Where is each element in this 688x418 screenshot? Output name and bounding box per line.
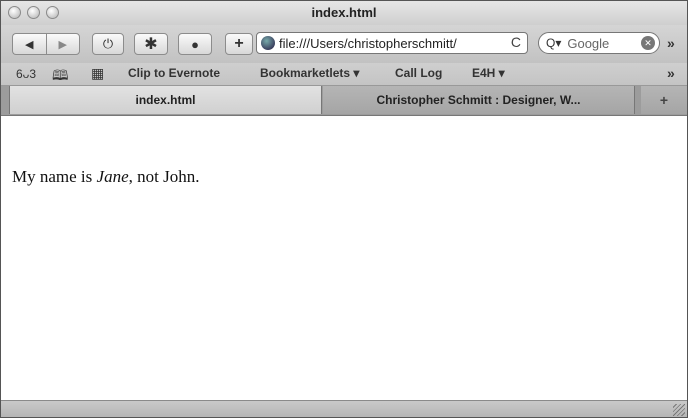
history-icon: ⏻: [102, 36, 114, 51]
bookmark-clip-to-evernote[interactable]: Clip to Evernote: [128, 66, 220, 80]
search-input[interactable]: Google: [567, 36, 609, 51]
address-bar[interactable]: file:///Users/christopherschmitt/ C: [256, 32, 528, 54]
forward-button[interactable]: ▶: [45, 33, 80, 55]
tab-bar: index.html Christopher Schmitt : Designe…: [1, 86, 687, 116]
bookmark-e4h[interactable]: E4H ▾: [472, 66, 505, 80]
paragraph-text-end: , not John.: [128, 167, 200, 186]
bug-icon: ✱: [144, 36, 158, 53]
clear-search-icon[interactable]: ✕: [641, 36, 655, 50]
page-content: My name is Jane, not John.: [1, 116, 687, 400]
plus-icon: +: [234, 35, 244, 52]
globe-icon: [261, 36, 275, 50]
reading-glasses-icon[interactable]: 6ᴗ3: [16, 67, 36, 81]
stop-icon: ●: [191, 36, 199, 52]
status-bar: [1, 400, 687, 417]
toolbar-overflow-icon[interactable]: »: [667, 35, 675, 51]
new-tab-button[interactable]: +: [641, 86, 687, 114]
debug-button[interactable]: ✱: [134, 33, 168, 55]
bookmarks-bar: 6ᴗ3 🕮 ▦ Clip to Evernote Bookmarketlets …: [1, 63, 687, 86]
stop-button[interactable]: ●: [178, 33, 212, 55]
bookmark-call-log[interactable]: Call Log: [395, 66, 442, 80]
forward-arrow-icon: ▶: [58, 38, 67, 51]
title-bar: index.html: [1, 1, 687, 25]
paragraph-text-start: My name is: [12, 167, 97, 186]
body-paragraph: My name is Jane, not John.: [12, 167, 199, 187]
resize-grip-icon[interactable]: [673, 404, 685, 416]
reload-icon[interactable]: C: [511, 34, 521, 50]
plus-icon: +: [659, 92, 669, 108]
toolbar: ◀ ▶ ⏻ ✱ ● + file:///Users/christophersch…: [1, 25, 687, 63]
tab-index-html[interactable]: index.html: [9, 86, 322, 114]
history-button[interactable]: ⏻: [92, 33, 124, 55]
browser-window: index.html ◀ ▶ ⏻ ✱ ● + file:///Users/chr…: [0, 0, 688, 418]
add-bookmark-button[interactable]: +: [225, 33, 253, 55]
emphasized-name: Jane: [96, 167, 129, 186]
search-icon[interactable]: Q▾: [546, 36, 561, 50]
back-button[interactable]: ◀: [12, 33, 46, 55]
bookmark-bookmarketlets[interactable]: Bookmarketlets ▾: [260, 66, 359, 80]
tab-christopher-schmitt[interactable]: Christopher Schmitt : Designer, W...: [323, 86, 635, 114]
window-title: index.html: [311, 5, 377, 20]
address-input[interactable]: file:///Users/christopherschmitt/: [279, 36, 504, 51]
back-arrow-icon: ◀: [25, 38, 34, 51]
back-forward-control: ◀ ▶: [12, 33, 80, 55]
bookmarks-overflow-icon[interactable]: »: [667, 65, 675, 81]
top-sites-grid-icon[interactable]: ▦: [91, 65, 104, 82]
search-field[interactable]: Q▾ Google ✕: [538, 32, 660, 54]
